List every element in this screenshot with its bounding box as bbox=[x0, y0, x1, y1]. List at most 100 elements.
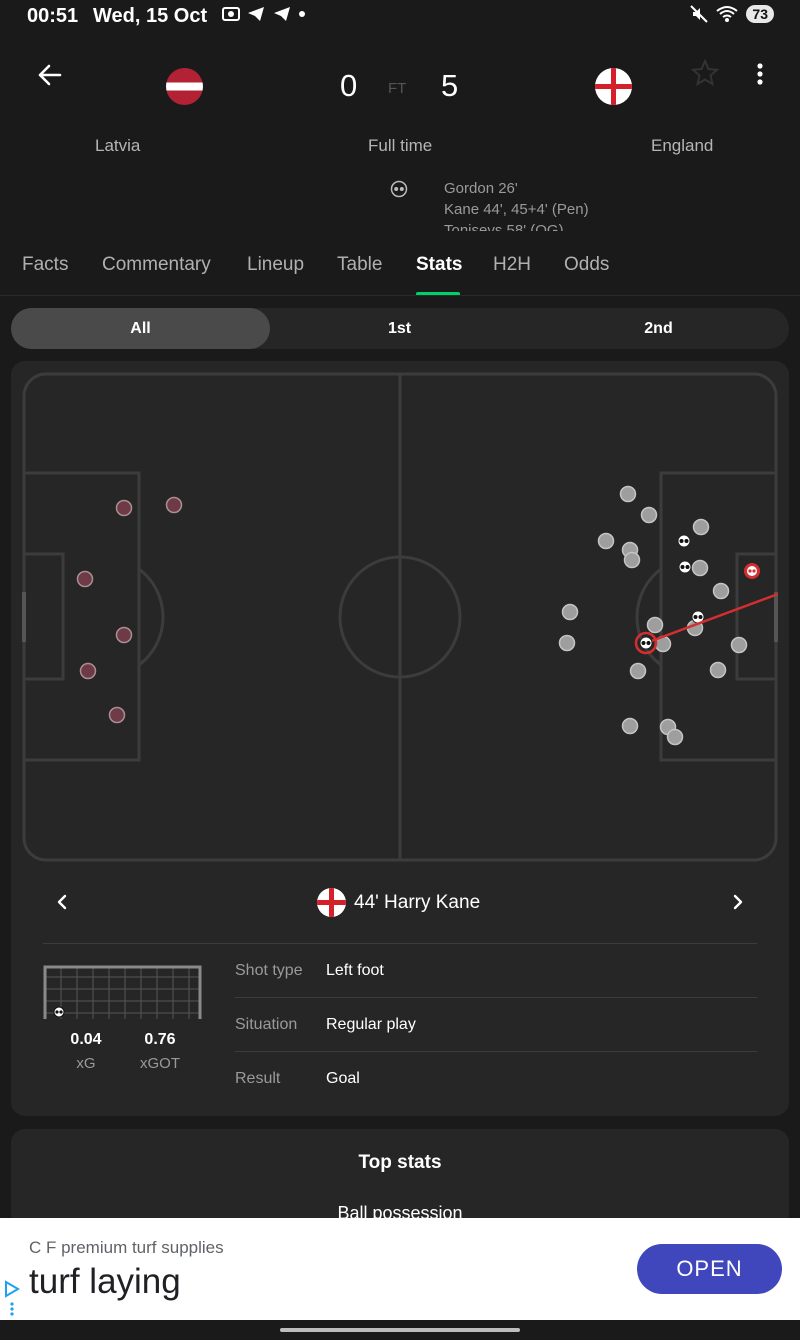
status-bar: 00:51 Wed, 15 Oct 73 bbox=[0, 0, 800, 34]
match-status-short: FT bbox=[388, 80, 407, 97]
result-label: Result bbox=[235, 1070, 281, 1087]
wifi-icon bbox=[716, 6, 739, 22]
top-stats-title: Top stats bbox=[358, 1152, 442, 1173]
shot-divider bbox=[43, 943, 757, 944]
latvia-flag-icon[interactable] bbox=[166, 68, 203, 105]
goal-location-marker bbox=[744, 563, 760, 579]
period-first-half[interactable]: 1st bbox=[270, 308, 529, 349]
battery-indicator: 73 bbox=[746, 5, 774, 23]
shot-map-pitch bbox=[22, 372, 778, 862]
england-flag-icon bbox=[317, 888, 346, 917]
goal-shot-marker[interactable] bbox=[677, 534, 691, 548]
away-shot-marker[interactable] bbox=[692, 518, 710, 536]
tab-table[interactable]: Table bbox=[337, 254, 382, 276]
situation-label: Situation bbox=[235, 1016, 298, 1033]
chevron-left-icon bbox=[57, 894, 67, 910]
more-options-button[interactable] bbox=[750, 60, 770, 90]
away-shot-marker[interactable] bbox=[640, 506, 658, 524]
goal-scorers-list: Gordon 26' Kane 44', 45+4' (Pen) Tonisev… bbox=[444, 178, 744, 231]
telegram-icon bbox=[273, 7, 290, 21]
status-date: Wed, 15 Oct bbox=[93, 5, 208, 27]
more-vertical-icon bbox=[757, 63, 763, 85]
selected-shot-title: 44' Harry Kane bbox=[354, 892, 481, 913]
away-team-name[interactable]: England bbox=[651, 136, 713, 156]
match-status-long: Full time bbox=[368, 136, 433, 155]
shot-type-label: Shot type bbox=[235, 962, 303, 979]
away-shot-marker[interactable] bbox=[666, 728, 684, 746]
situation-value: Regular play bbox=[326, 1016, 416, 1033]
shot-type-value: Left foot bbox=[326, 962, 384, 979]
home-shot-marker[interactable] bbox=[108, 706, 126, 724]
scorer-line: Gordon 26' bbox=[444, 180, 518, 197]
football-icon bbox=[390, 180, 408, 198]
away-shot-marker[interactable] bbox=[623, 551, 641, 569]
tab-stats[interactable]: Stats bbox=[416, 254, 462, 276]
england-flag-icon[interactable] bbox=[595, 68, 632, 105]
xg-value: 0.04 bbox=[70, 1031, 102, 1048]
tab-h2h[interactable]: H2H bbox=[493, 254, 531, 276]
ad-choices-icon[interactable] bbox=[3, 1280, 21, 1316]
away-shot-marker[interactable] bbox=[691, 559, 709, 577]
away-shot-marker[interactable] bbox=[597, 532, 615, 550]
top-stats-card: Top stats Ball possession bbox=[11, 1129, 789, 1229]
back-button[interactable] bbox=[34, 58, 66, 92]
away-shot-marker[interactable] bbox=[619, 485, 637, 503]
home-shot-marker[interactable] bbox=[115, 499, 133, 517]
scorer-line: Tonisevs 58' (OG) bbox=[444, 222, 564, 231]
period-second-half[interactable]: 2nd bbox=[529, 308, 788, 349]
next-shot-button[interactable] bbox=[726, 890, 750, 914]
period-filter: All 1st 2nd bbox=[11, 308, 789, 349]
away-score: 5 bbox=[441, 68, 459, 103]
tabs-divider bbox=[0, 295, 800, 296]
dot-icon bbox=[299, 11, 306, 17]
result-value: Goal bbox=[326, 1070, 360, 1087]
home-shot-marker[interactable] bbox=[115, 626, 133, 644]
xgot-label: xGOT bbox=[140, 1055, 180, 1072]
mute-icon bbox=[690, 5, 709, 23]
football-icon bbox=[53, 1006, 65, 1018]
favorite-button[interactable] bbox=[690, 58, 720, 88]
ad-open-button[interactable]: OPEN bbox=[637, 1244, 782, 1294]
away-shot-marker[interactable] bbox=[646, 616, 664, 634]
period-all[interactable]: All bbox=[11, 308, 270, 349]
away-shot-marker[interactable] bbox=[709, 661, 727, 679]
goal-frame-graphic bbox=[43, 965, 202, 1019]
detail-divider bbox=[235, 997, 757, 998]
selected-shot-trajectory bbox=[645, 592, 778, 645]
star-outline-icon bbox=[690, 58, 720, 87]
detail-divider bbox=[235, 1051, 757, 1052]
telegram-icon bbox=[248, 7, 265, 21]
home-shot-marker[interactable] bbox=[79, 662, 97, 680]
status-time: 00:51 bbox=[27, 5, 79, 27]
home-team-name[interactable]: Latvia bbox=[95, 136, 140, 156]
screenshot-notification-icon bbox=[222, 7, 240, 21]
away-shot-marker[interactable] bbox=[629, 662, 647, 680]
notification-icons bbox=[222, 6, 306, 27]
home-shots-layer bbox=[76, 496, 183, 724]
away-shot-marker[interactable] bbox=[730, 636, 748, 654]
status-right: 73 bbox=[690, 5, 774, 23]
away-shot-marker[interactable] bbox=[561, 603, 579, 621]
chevron-right-icon bbox=[733, 894, 743, 910]
previous-shot-button[interactable] bbox=[50, 890, 74, 914]
xg-label: xG bbox=[76, 1055, 96, 1072]
ad-headline[interactable]: turf laying bbox=[29, 1262, 181, 1302]
tab-odds[interactable]: Odds bbox=[564, 254, 609, 276]
goal-shot-marker[interactable] bbox=[678, 560, 692, 574]
scorer-line: Kane 44', 45+4' (Pen) bbox=[444, 201, 589, 218]
away-shot-marker[interactable] bbox=[558, 634, 576, 652]
tab-facts[interactable]: Facts bbox=[22, 254, 68, 276]
home-score: 0 bbox=[340, 68, 358, 103]
ad-banner[interactable]: C F premium turf supplies turf laying OP… bbox=[0, 1218, 800, 1320]
away-shot-marker[interactable] bbox=[712, 582, 730, 600]
tab-commentary[interactable]: Commentary bbox=[102, 254, 211, 276]
xgot-value: 0.76 bbox=[144, 1031, 176, 1048]
away-shot-marker[interactable] bbox=[621, 717, 639, 735]
home-indicator[interactable] bbox=[280, 1328, 520, 1332]
home-shot-marker[interactable] bbox=[165, 496, 183, 514]
home-shot-marker[interactable] bbox=[76, 570, 94, 588]
ad-sponsor: C F premium turf supplies bbox=[29, 1238, 224, 1257]
arrow-left-icon bbox=[38, 64, 62, 86]
goal-shot-marker[interactable] bbox=[639, 636, 653, 650]
tab-lineup[interactable]: Lineup bbox=[247, 254, 304, 276]
